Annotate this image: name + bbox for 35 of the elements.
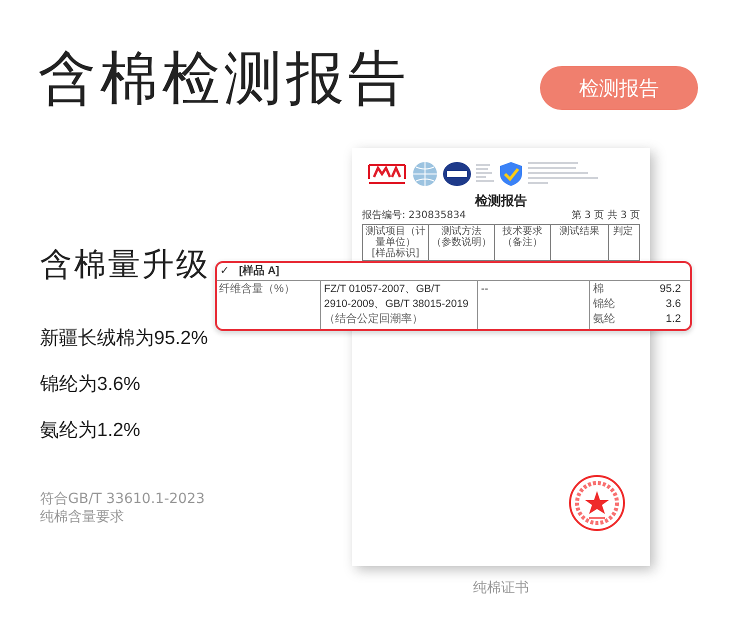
globe-logo-icon [412, 161, 438, 187]
fiber-name: 棉 [593, 282, 604, 297]
certification-logo-icon [366, 161, 408, 187]
shield-check-icon [498, 161, 524, 187]
page-title: 含棉检测报告 [38, 43, 410, 114]
table-header-cell: 测试方法 （参数说明） [429, 225, 495, 260]
table-header-cell: 测试项目（计量单位） [样品标识] [363, 225, 429, 260]
stamp-icon [568, 474, 626, 532]
fact-text: 氨纶为1.2% [40, 419, 140, 443]
fiber-name: 锦纶 [593, 297, 615, 312]
table-cell: -- [478, 281, 590, 329]
sample-label: [样品 A] [239, 264, 280, 279]
table-cell-text: 2910-2009、GB/T 38015-2019 [324, 297, 470, 312]
fiber-percentage: 3.6 [666, 297, 682, 312]
fiber-percentage: 1.2 [666, 312, 682, 327]
report-badge: 检测报告 [540, 66, 698, 110]
table-cell-text: （结合公定回潮率） [324, 312, 424, 327]
table-header-cell: 测试结果 [551, 225, 609, 260]
document-caption: 纯棉证书 [473, 579, 529, 598]
note-text: 符合GB/T 33610.1-2023 [40, 490, 205, 508]
accreditation-logo-icon [442, 161, 472, 187]
table-header-cell-text: 判定 [612, 225, 634, 239]
table-header-cell: 技术要求 （备注） [495, 225, 551, 260]
fact-text: 新疆长绒棉为95.2% [40, 327, 208, 351]
report-number: 报告编号: 230835834 [362, 210, 466, 222]
fiber-name: 氨纶 [593, 312, 615, 327]
fact-text: 锦纶为3.6% [40, 373, 140, 397]
document-title: 检测报告 [474, 194, 528, 210]
fiber-percentage: 95.2 [660, 282, 682, 297]
subheading: 含棉量升级 [40, 244, 210, 284]
page-number: 第 3 页 共 3 页 [571, 210, 640, 222]
table-cell-text: FZ/T 01057-2007、GB/T [324, 282, 442, 297]
check-mark: ✓ [220, 264, 229, 279]
note-text: 纯棉含量要求 [40, 508, 124, 526]
table-cell: 纤维含量（%） [217, 281, 321, 329]
